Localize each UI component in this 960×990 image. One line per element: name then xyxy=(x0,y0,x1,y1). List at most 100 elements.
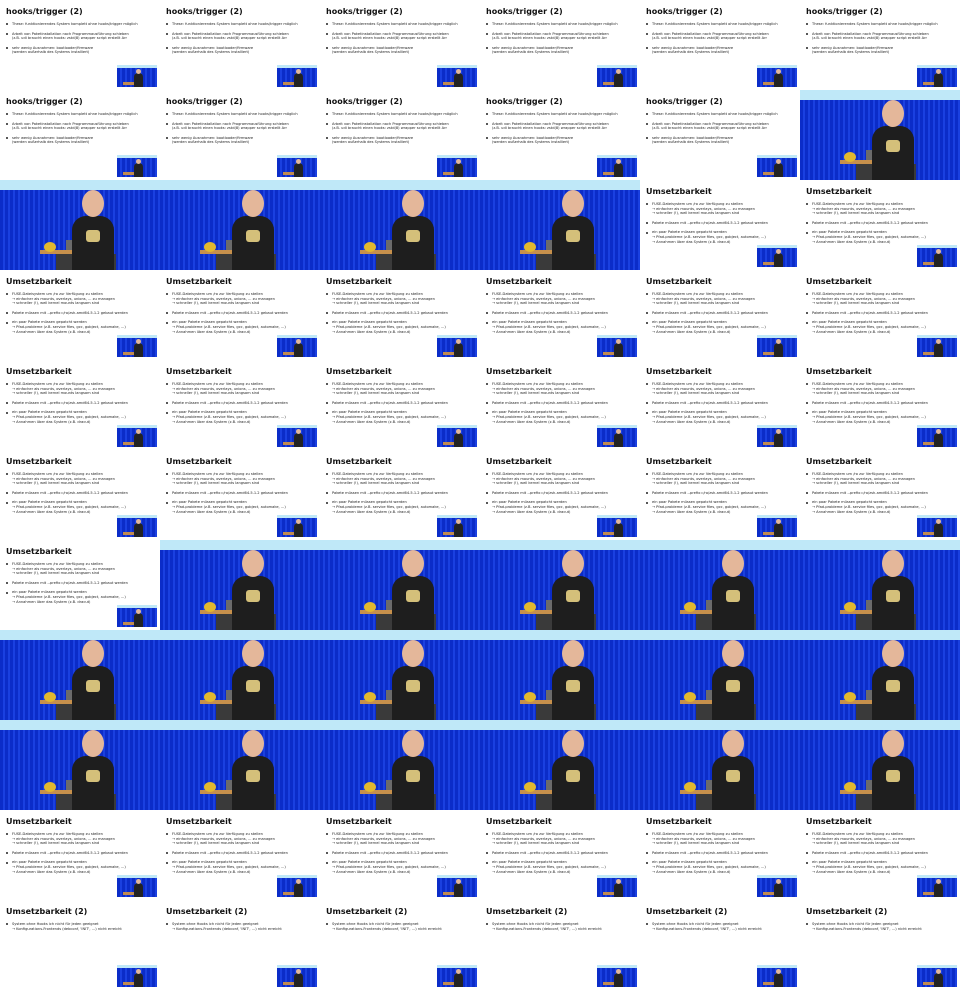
slide-thumbnail-umsetzbarkeit[interactable]: Umsetzbarkeit FUSE-Dateisystem um /ro zur… xyxy=(320,360,480,450)
slide-thumbnail-hooks[interactable]: hooks/trigger (2) These: funktionierendes… xyxy=(480,90,640,180)
video-frame-thumbnail[interactable] xyxy=(0,630,160,720)
pip-speaker-head xyxy=(616,969,621,974)
slide-thumbnail-umsetzbarkeit[interactable]: Umsetzbarkeit FUSE-Dateisystem um /ro zur… xyxy=(160,450,320,540)
slide-title: Umsetzbarkeit xyxy=(806,367,872,376)
slide-bullet: Arbeit von Paketinstallation nach Progra… xyxy=(6,122,156,131)
bullet-text: FUSE-Dateisystem um /ro zur Verfügung zu… xyxy=(812,382,903,386)
slide-thumbnail-umsetzbarkeit[interactable]: Umsetzbarkeit FUSE-Dateisystem um /ro zur… xyxy=(0,450,160,540)
video-frame-thumbnail[interactable] xyxy=(800,90,960,180)
video-frame-thumbnail[interactable] xyxy=(160,180,320,270)
video-frame-thumbnail[interactable] xyxy=(320,180,480,270)
video-frame-thumbnail[interactable] xyxy=(320,540,480,630)
video-frame-thumbnail[interactable] xyxy=(800,720,960,810)
pip-skyline xyxy=(437,65,477,68)
slide-thumbnail-umsetzbarkeit[interactable]: Umsetzbarkeit FUSE-Dateisystem um /ro zur… xyxy=(0,360,160,450)
slide-thumbnail-umsetzbarkeit[interactable]: Umsetzbarkeit FUSE-Dateisystem um /ro zur… xyxy=(480,450,640,540)
bullet-subtext: → Annahmen über das System (z.B. dracut) xyxy=(172,419,251,424)
slide-thumbnail-umsetzbarkeit[interactable]: Umsetzbarkeit FUSE-Dateisystem um /ro zur… xyxy=(640,270,800,360)
slide-thumbnail-umsetzbarkeit[interactable]: Umsetzbarkeit FUSE-Dateisystem um /ro zur… xyxy=(480,810,640,900)
slide-thumbnail-umsetzbarkeit[interactable]: Umsetzbarkeit FUSE-Dateisystem um /ro zur… xyxy=(0,270,160,360)
slide-thumbnail-hooks[interactable]: hooks/trigger (2) These: funktionierendes… xyxy=(480,0,640,90)
slide-thumbnail-umsetzbarkeit2[interactable]: Umsetzbarkeit (2) System ohne Hooks ich n… xyxy=(320,900,480,990)
bullet-subtext: (werden außerhalb des Systems installier… xyxy=(652,140,730,145)
slide-bullet: Pakete müssen mit --prefix=/ro/zsh-amd64… xyxy=(6,491,156,496)
slide-thumbnail-umsetzbarkeit[interactable]: Umsetzbarkeit FUSE-Dateisystem um /ro zur… xyxy=(800,270,960,360)
video-frame-thumbnail[interactable] xyxy=(480,540,640,630)
slide-bullet: FUSE-Dateisystem um /ro zur Verfügung zu… xyxy=(166,292,316,306)
slide-thumbnail-hooks[interactable]: hooks/trigger (2) These: funktionierendes… xyxy=(160,90,320,180)
slide-thumbnail-umsetzbarkeit[interactable]: Umsetzbarkeit FUSE-Dateisystem um /ro zur… xyxy=(0,540,160,630)
slide-thumbnail-umsetzbarkeit[interactable]: Umsetzbarkeit FUSE-Dateisystem um /ro zur… xyxy=(320,270,480,360)
slide-thumbnail-umsetzbarkeit[interactable]: Umsetzbarkeit FUSE-Dateisystem um /ro zur… xyxy=(320,810,480,900)
slide-bullet-list: These: funktionierendes System komplett … xyxy=(166,112,316,150)
bullet-subtext: → schneller (!), weil kernel mounts lang… xyxy=(812,391,900,396)
slide-thumbnail-umsetzbarkeit[interactable]: Umsetzbarkeit FUSE-Dateisystem um /ro zur… xyxy=(320,450,480,540)
slide-thumbnail-umsetzbarkeit[interactable]: Umsetzbarkeit FUSE-Dateisystem um /ro zur… xyxy=(640,450,800,540)
bullet-text: ein paar Pakete müssen gepatcht werden xyxy=(652,230,727,235)
slide-thumbnail-umsetzbarkeit2[interactable]: Umsetzbarkeit (2) System ohne Hooks ich n… xyxy=(800,900,960,990)
slide-thumbnail-umsetzbarkeit2[interactable]: Umsetzbarkeit (2) System ohne Hooks ich n… xyxy=(0,900,160,990)
slide-thumbnail-umsetzbarkeit[interactable]: Umsetzbarkeit FUSE-Dateisystem um /ro zur… xyxy=(800,360,960,450)
video-frame-thumbnail[interactable] xyxy=(640,540,800,630)
bullet-text: FUSE-Dateisystem um /ro zur Verfügung zu… xyxy=(492,472,583,476)
video-frame-thumbnail[interactable] xyxy=(480,630,640,720)
video-frame-thumbnail[interactable] xyxy=(640,630,800,720)
pip-skyline xyxy=(597,965,637,968)
pip-skyline xyxy=(917,65,957,68)
bullet-text: System ohne Hooks ich nicht für jeden ge… xyxy=(492,922,579,926)
slide-thumbnail-umsetzbarkeit[interactable]: Umsetzbarkeit FUSE-Dateisystem um /ro zur… xyxy=(160,810,320,900)
bullet-text: Arbeit von Paketinstallation nach Progra… xyxy=(812,31,929,36)
slide-thumbnail-umsetzbarkeit[interactable]: Umsetzbarkeit FUSE-Dateisystem um /ro zur… xyxy=(640,360,800,450)
slide-title: Umsetzbarkeit xyxy=(806,817,872,826)
slide-thumbnail-umsetzbarkeit2[interactable]: Umsetzbarkeit (2) System ohne Hooks ich n… xyxy=(160,900,320,990)
slide-thumbnail-hooks[interactable]: hooks/trigger (2) These: funktionierendes… xyxy=(640,0,800,90)
bullet-text: Pakete müssen mit --prefix=/ro/zsh-amd64… xyxy=(12,580,128,585)
speaker-body xyxy=(392,576,434,630)
slide-bullet: Pakete müssen mit --prefix=/ro/zsh-amd64… xyxy=(806,311,956,316)
slide-thumbnail-umsetzbarkeit2[interactable]: Umsetzbarkeit (2) System ohne Hooks ich n… xyxy=(480,900,640,990)
video-frame-thumbnail[interactable] xyxy=(320,630,480,720)
slide-thumbnail-hooks[interactable]: hooks/trigger (2) These: funktionierendes… xyxy=(800,0,960,90)
slide-bullet-list: FUSE-Dateisystem um /ro zur Verfügung zu… xyxy=(6,382,156,429)
slide-thumbnail-hooks[interactable]: hooks/trigger (2) These: funktionierendes… xyxy=(0,90,160,180)
slide-thumbnail-hooks[interactable]: hooks/trigger (2) These: funktionierendes… xyxy=(160,0,320,90)
slide-thumbnail-umsetzbarkeit[interactable]: Umsetzbarkeit FUSE-Dateisystem um /ro zur… xyxy=(800,450,960,540)
video-frame-thumbnail[interactable] xyxy=(160,720,320,810)
slide-bullet-list: FUSE-Dateisystem um /ro zur Verfügung zu… xyxy=(806,292,956,339)
slide-thumbnail-umsetzbarkeit[interactable]: Umsetzbarkeit FUSE-Dateisystem um /ro zur… xyxy=(640,810,800,900)
slide-thumbnail-hooks[interactable]: hooks/trigger (2) These: funktionierendes… xyxy=(640,90,800,180)
video-frame-thumbnail[interactable] xyxy=(160,540,320,630)
slide-thumbnail-umsetzbarkeit[interactable]: Umsetzbarkeit FUSE-Dateisystem um /ro zur… xyxy=(480,360,640,450)
video-frame-thumbnail[interactable] xyxy=(640,720,800,810)
slide-bullet: FUSE-Dateisystem um /ro zur Verfügung zu… xyxy=(646,202,796,216)
video-frame-thumbnail[interactable] xyxy=(0,720,160,810)
video-frame-thumbnail[interactable] xyxy=(800,630,960,720)
speaker-head xyxy=(242,730,264,757)
bullet-text: FUSE-Dateisystem um /ro zur Verfügung zu… xyxy=(12,472,103,476)
video-frame-thumbnail[interactable] xyxy=(800,540,960,630)
slide-thumbnail-umsetzbarkeit[interactable]: Umsetzbarkeit FUSE-Dateisystem um /ro zur… xyxy=(160,270,320,360)
speaker-body xyxy=(552,666,594,720)
slide-thumbnail-umsetzbarkeit[interactable]: Umsetzbarkeit FUSE-Dateisystem um /ro zur… xyxy=(800,180,960,270)
slide-thumbnail-umsetzbarkeit2[interactable]: Umsetzbarkeit (2) System ohne Hooks ich n… xyxy=(640,900,800,990)
slide-title: Umsetzbarkeit xyxy=(166,457,232,466)
slide-thumbnail-umsetzbarkeit[interactable]: Umsetzbarkeit FUSE-Dateisystem um /ro zur… xyxy=(0,810,160,900)
slide-thumbnail-hooks[interactable]: hooks/trigger (2) These: funktionierendes… xyxy=(320,0,480,90)
bullet-subtext: → Annahmen über das System (z.B. dracut) xyxy=(812,329,891,334)
video-frame-thumbnail[interactable] xyxy=(160,630,320,720)
video-frame-thumbnail[interactable] xyxy=(0,180,160,270)
slide-thumbnail-umsetzbarkeit[interactable]: Umsetzbarkeit FUSE-Dateisystem um /ro zur… xyxy=(480,270,640,360)
slide-thumbnail-hooks[interactable]: hooks/trigger (2) These: funktionierendes… xyxy=(320,90,480,180)
pip-speaker-head xyxy=(296,519,301,524)
slide-thumbnail-umsetzbarkeit[interactable]: Umsetzbarkeit FUSE-Dateisystem um /ro zur… xyxy=(640,180,800,270)
slide-thumbnail-umsetzbarkeit[interactable]: Umsetzbarkeit FUSE-Dateisystem um /ro zur… xyxy=(160,360,320,450)
slide-thumbnail-umsetzbarkeit[interactable]: Umsetzbarkeit FUSE-Dateisystem um /ro zur… xyxy=(800,810,960,900)
video-frame-thumbnail[interactable] xyxy=(480,180,640,270)
slide-bullet-list: FUSE-Dateisystem um /ro zur Verfügung zu… xyxy=(6,472,156,519)
slide-bullet-list: System ohne Hooks ich nicht für jeden ge… xyxy=(486,922,636,936)
slide-thumbnail-hooks[interactable]: hooks/trigger (2) These: funktionierendes… xyxy=(0,0,160,90)
video-frame-thumbnail[interactable] xyxy=(320,720,480,810)
slide-bullet-list: FUSE-Dateisystem um /ro zur Verfügung zu… xyxy=(646,472,796,519)
video-frame-thumbnail[interactable] xyxy=(480,720,640,810)
bullet-text: FUSE-Dateisystem um /ro zur Verfügung zu… xyxy=(12,292,103,296)
